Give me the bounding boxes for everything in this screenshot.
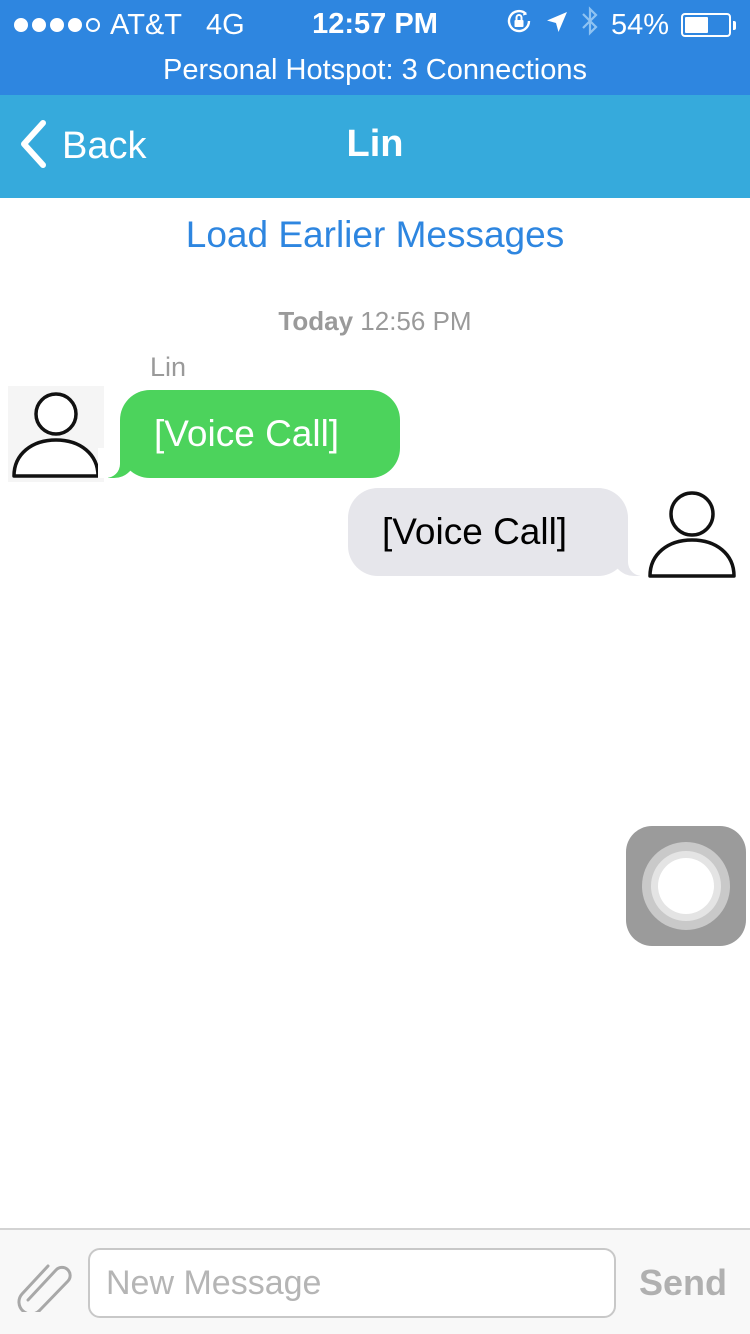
battery-icon [681,13,736,37]
user-avatar-icon[interactable] [644,488,740,584]
bluetooth-icon [581,5,599,45]
send-button[interactable]: Send [628,1252,738,1314]
outgoing-message-bubble[interactable]: [Voice Call] [348,488,650,576]
contact-avatar-icon[interactable] [8,386,104,482]
battery-fill [685,17,708,33]
assistive-touch-button[interactable] [626,826,746,946]
load-earlier-messages-button[interactable]: Load Earlier Messages [0,214,750,256]
message-text: [Voice Call] [154,413,340,454]
incoming-message-bubble[interactable]: [Voice Call] [98,390,400,478]
battery-percent: 54% [610,8,669,41]
status-bar-right: 54% [505,5,736,45]
sender-name: Lin [150,352,187,382]
paperclip-icon[interactable] [14,1256,78,1316]
navigation-bar: Back Lin [0,95,750,198]
message-input-toolbar: Send [0,1228,750,1334]
status-bar: AT&T 4G 12:57 PM 54% [0,0,750,50]
timestamp-time: 12:56 PM [360,306,472,336]
timestamp-day: Today [278,306,354,336]
lock-rotation-icon [505,7,533,43]
conversation-title: Lin [346,123,404,165]
message-text: [Voice Call] [382,511,568,552]
new-message-input[interactable] [88,1248,616,1318]
hotspot-banner[interactable]: Personal Hotspot: 3 Connections [0,50,750,95]
message-timestamp: Today 12:56 PM [0,306,750,337]
location-arrow-icon [545,9,569,42]
